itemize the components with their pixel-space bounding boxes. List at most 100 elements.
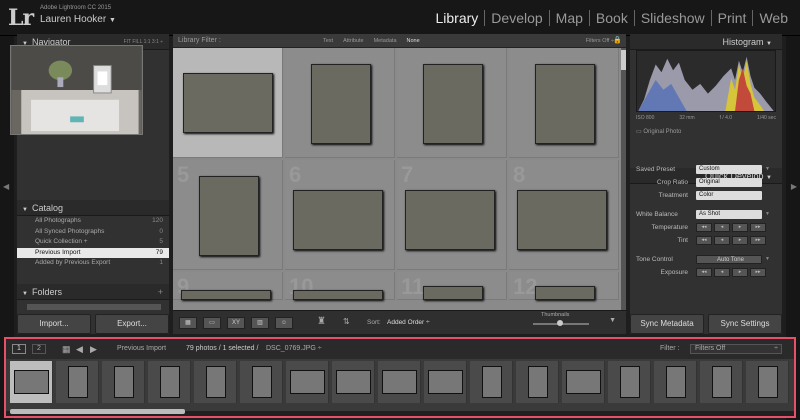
crop-ratio-select[interactable]: Original: [696, 178, 762, 187]
catalog-item-all-synced[interactable]: All Synced Photographs 0: [17, 227, 169, 238]
filmstrip-cell[interactable]: [240, 361, 283, 403]
filmstrip-cell[interactable]: [56, 361, 99, 403]
slider-knob[interactable]: [557, 320, 563, 326]
folder-volume-bar[interactable]: [27, 304, 161, 310]
navigator-preview[interactable]: [10, 45, 143, 135]
auto-tone-button[interactable]: Auto Tone: [696, 255, 762, 264]
grid-cell[interactable]: 11: [397, 272, 507, 300]
grid-cell[interactable]: 8: [509, 160, 619, 270]
grid-cell[interactable]: [173, 48, 283, 158]
catalog-item-quick-collection[interactable]: Quick Collection +5: [17, 237, 169, 248]
add-folder-icon[interactable]: +: [158, 284, 163, 300]
back-arrow-icon[interactable]: ◀: [76, 339, 83, 359]
filter-tab-text[interactable]: Text: [323, 34, 333, 48]
survey-view-icon[interactable]: ▥: [251, 317, 269, 329]
filter-select[interactable]: Filters Off ÷: [690, 344, 782, 354]
filter-tab-attribute[interactable]: Attribute: [343, 34, 363, 48]
increase-button[interactable]: ▸: [732, 223, 748, 232]
right-panel-toggle-icon[interactable]: ▶: [791, 182, 797, 191]
forward-arrow-icon[interactable]: ▶: [90, 339, 97, 359]
filmstrip-cell[interactable]: [332, 361, 375, 403]
filmstrip-cell[interactable]: [470, 361, 513, 403]
increase-button[interactable]: ▸: [732, 268, 748, 277]
filmstrip-cell[interactable]: [562, 361, 605, 403]
compare-view-icon[interactable]: XY: [227, 317, 245, 329]
module-print[interactable]: Print: [710, 10, 753, 26]
module-library[interactable]: Library: [430, 10, 485, 26]
lock-icon[interactable]: 🔒: [613, 34, 622, 48]
increase-large-button[interactable]: ▸▸: [750, 268, 766, 277]
increase-button[interactable]: ▸: [732, 236, 748, 245]
increase-large-button[interactable]: ▸▸: [750, 223, 766, 232]
filmstrip-cell[interactable]: [516, 361, 559, 403]
filmstrip-cell[interactable]: [608, 361, 651, 403]
module-web[interactable]: Web: [752, 10, 794, 26]
collapse-triangle-icon[interactable]: ▼: [765, 163, 770, 176]
filmstrip-cell[interactable]: [654, 361, 697, 403]
filter-tab-metadata[interactable]: Metadata: [374, 34, 397, 48]
decrease-large-button[interactable]: ◂◂: [696, 223, 712, 232]
decrease-large-button[interactable]: ◂◂: [696, 236, 712, 245]
filmstrip-cell[interactable]: [424, 361, 467, 403]
catalog-item-added-by-export[interactable]: Added by Previous Export 1: [17, 258, 169, 269]
painter-icon[interactable]: ♜: [317, 316, 326, 327]
grid-cell[interactable]: 10: [285, 272, 395, 300]
histogram-header[interactable]: Histogram ▼: [630, 34, 782, 50]
sync-metadata-button[interactable]: Sync Metadata: [630, 314, 704, 334]
filmstrip-cell[interactable]: [10, 361, 53, 403]
toolbar-menu-icon[interactable]: ▼: [609, 317, 616, 324]
module-slideshow[interactable]: Slideshow: [633, 10, 711, 26]
collapse-triangle-icon[interactable]: ▼: [765, 253, 770, 266]
grid-cell[interactable]: [397, 48, 507, 158]
module-develop[interactable]: Develop: [484, 10, 548, 26]
filmstrip-cell[interactable]: [286, 361, 329, 403]
left-panel-toggle-icon[interactable]: ◀: [3, 182, 9, 191]
filmstrip-source[interactable]: Previous Import: [117, 339, 166, 359]
grid-cell[interactable]: 12: [509, 272, 619, 300]
catalog-header[interactable]: ▼ Catalog: [17, 200, 169, 216]
filter-presets-select[interactable]: Filters Off ÷: [586, 34, 614, 48]
grid-cell[interactable]: 5: [173, 160, 283, 270]
sort-select[interactable]: Added Order ÷: [387, 319, 430, 326]
catalog-item-previous-import[interactable]: Previous Import 79: [17, 247, 169, 258]
file-name[interactable]: DSC_0769.JPG ÷: [266, 339, 322, 359]
grid-cell[interactable]: 9: [173, 272, 283, 300]
grid-icon[interactable]: ▦: [62, 339, 71, 359]
collapse-triangle-icon[interactable]: ▼: [765, 208, 770, 221]
secondary-window-button[interactable]: 2: [32, 344, 46, 354]
white-balance-select[interactable]: As Shot: [696, 210, 762, 219]
folders-header[interactable]: ▼ Folders +: [17, 284, 169, 300]
user-name[interactable]: Lauren Hooker ▼: [40, 14, 116, 25]
catalog-item-all-photographs[interactable]: All Photographs 120: [17, 216, 169, 227]
increase-large-button[interactable]: ▸▸: [750, 236, 766, 245]
decrease-large-button[interactable]: ◂◂: [696, 268, 712, 277]
filter-tab-none[interactable]: None: [407, 34, 420, 48]
sort-direction-icon[interactable]: ⇅: [343, 317, 350, 326]
main-window-button[interactable]: 1: [12, 344, 26, 354]
decrease-button[interactable]: ◂: [714, 223, 730, 232]
grid-cell[interactable]: [285, 48, 395, 158]
decrease-button[interactable]: ◂: [714, 268, 730, 277]
filmstrip-cell[interactable]: [194, 361, 237, 403]
filmstrip-cell[interactable]: [378, 361, 421, 403]
grid-cell[interactable]: 7: [397, 160, 507, 270]
module-book[interactable]: Book: [588, 10, 634, 26]
thumbnail-size-slider[interactable]: [533, 320, 589, 326]
filmstrip-cell[interactable]: [148, 361, 191, 403]
people-view-icon[interactable]: ☺: [275, 317, 293, 329]
sync-settings-button[interactable]: Sync Settings: [708, 314, 782, 334]
import-button[interactable]: Import...: [17, 314, 91, 334]
scrollbar-thumb[interactable]: [621, 50, 626, 70]
filmstrip-cell[interactable]: [700, 361, 743, 403]
filmstrip-cell[interactable]: [102, 361, 145, 403]
grid-scrollbar[interactable]: [621, 48, 626, 310]
filmstrip-cell[interactable]: [746, 361, 789, 403]
decrease-button[interactable]: ◂: [714, 236, 730, 245]
treatment-select[interactable]: Color: [696, 191, 762, 200]
module-map[interactable]: Map: [548, 10, 589, 26]
grid-cell[interactable]: [509, 48, 619, 158]
export-button[interactable]: Export...: [95, 314, 169, 334]
grid-cell[interactable]: 6: [285, 160, 395, 270]
filmstrip-scrollbar[interactable]: [10, 409, 185, 414]
grid-view-icon[interactable]: ▦: [179, 317, 197, 329]
